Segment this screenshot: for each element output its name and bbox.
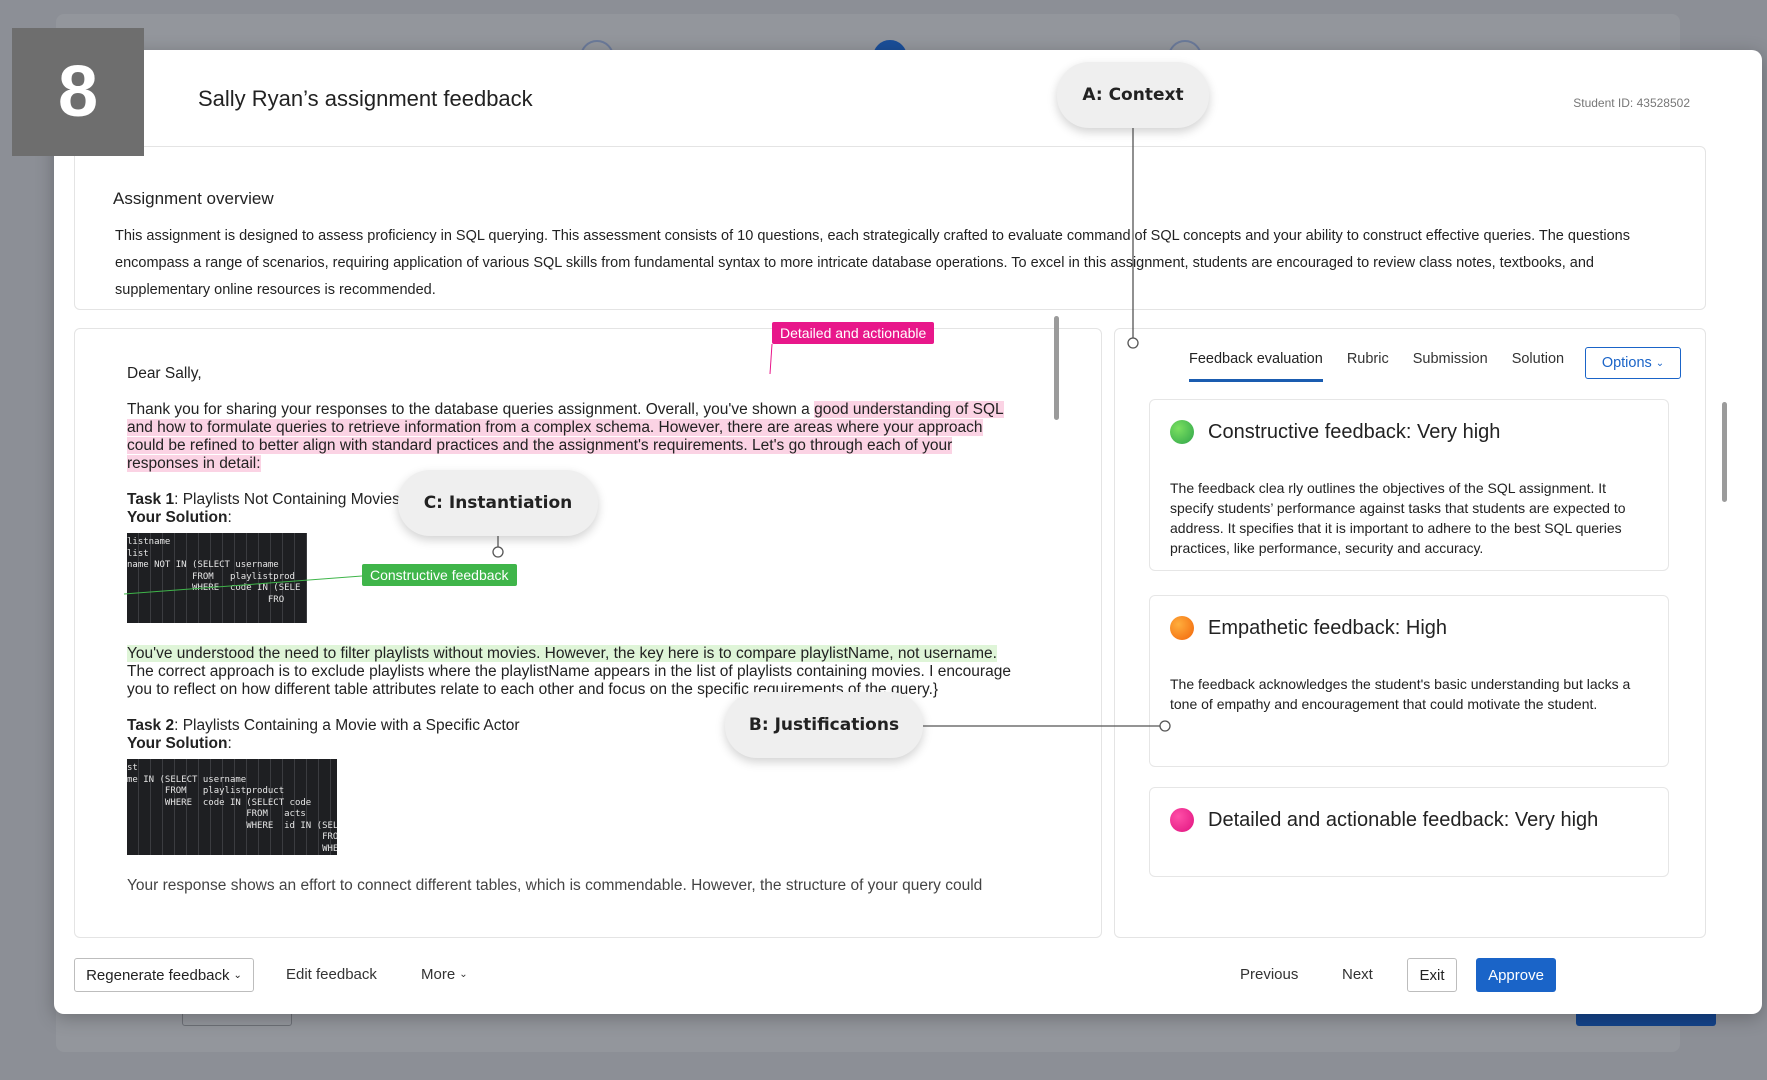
code-line: st — [127, 763, 138, 773]
feedback-letter-panel[interactable]: Dear Sally, Thank you for sharing your r… — [74, 328, 1102, 938]
task-2-feedback-cutoff: Your response shows an effort to connect… — [127, 877, 983, 894]
exit-button[interactable]: Exit — [1407, 958, 1457, 992]
evaluation-tabs: Feedback evaluation Rubric Submission So… — [1189, 349, 1588, 382]
tab-submission[interactable]: Submission — [1413, 349, 1488, 382]
code-line: name NOT IN (SELECT username — [127, 560, 279, 570]
tab-rubric[interactable]: Rubric — [1347, 349, 1389, 382]
card-header: Detailed and actionable feedback: Very h… — [1170, 808, 1598, 832]
code-line: FROM acts — [127, 809, 306, 819]
card-title: Constructive feedback: Very high — [1208, 420, 1501, 443]
chevron-down-icon: ⌄ — [233, 969, 242, 981]
constructive-highlight[interactable]: You've understood the need to filter pla… — [127, 645, 997, 662]
constructive-feedback-tag: Constructive feedback — [362, 564, 517, 586]
student-id: Student ID: 43528502 — [1573, 96, 1690, 110]
letter-greeting: Dear Sally, — [127, 365, 202, 382]
task-1-label: Task 1 — [127, 491, 175, 508]
evaluation-scrollbar[interactable] — [1722, 402, 1727, 502]
task-2-label: Task 2 — [127, 717, 175, 734]
status-dot-icon — [1170, 616, 1194, 640]
intro-text: Thank you for sharing your responses to … — [127, 401, 815, 418]
card-header: Empathetic feedback: High — [1170, 616, 1447, 640]
code-line: FROM playlistprod — [127, 571, 295, 582]
options-label: Options — [1601, 355, 1652, 371]
tab-solution[interactable]: Solution — [1512, 349, 1564, 382]
chevron-down-icon: ⌄ — [459, 969, 468, 980]
task-2-title: : Playlists Containing a Movie with a Sp… — [174, 717, 520, 734]
evaluation-card: Constructive feedback: Very high The fee… — [1149, 399, 1669, 571]
task-1-title: : Playlists Not Containing Movies — [174, 491, 400, 508]
card-header: Constructive feedback: Very high — [1170, 420, 1500, 444]
code-line: FROM playlistproduct — [127, 786, 285, 796]
evaluation-panel[interactable]: Feedback evaluation Rubric Submission So… — [1114, 328, 1706, 938]
task-2-code-screenshot: st me IN (SELECT username FROM playlistpr… — [127, 759, 337, 855]
chevron-down-icon: ⌄ — [1655, 357, 1665, 369]
code-line: WHERE id IN (SELECT id — [246, 820, 337, 831]
code-line: FROM castme — [322, 832, 337, 842]
tab-feedback-evaluation[interactable]: Feedback evaluation — [1189, 349, 1323, 382]
letter-intro: Thank you for sharing your responses to … — [127, 401, 1017, 473]
approve-button[interactable]: Approve — [1476, 958, 1556, 992]
code-line: WHERE code IN (SELECT code — [127, 797, 312, 808]
status-dot-icon — [1170, 808, 1194, 832]
more-menu-button[interactable]: More ⌄ — [421, 966, 468, 983]
code-line: listname — [127, 537, 171, 547]
overview-text: This assignment is designed to assess pr… — [115, 228, 1630, 298]
assignment-overview: Assignment overview This assignment is d… — [74, 146, 1706, 310]
code-line: FRO — [127, 594, 285, 605]
modal-title: Sally Ryan’s assignment feedback — [198, 86, 533, 111]
callout-justifications: B: Justifications — [725, 692, 923, 758]
next-button[interactable]: Next — [1342, 966, 1373, 983]
evaluation-card: Detailed and actionable feedback: Very h… — [1149, 787, 1669, 877]
code-line: WHERE code IN (SELE — [127, 583, 301, 593]
regenerate-feedback-button[interactable]: Regenerate feedback ⌄ — [74, 958, 254, 992]
status-dot-icon — [1170, 420, 1194, 444]
previous-button[interactable]: Previous — [1240, 966, 1298, 983]
code-line: list — [127, 548, 149, 559]
detailed-actionable-tag: Detailed and actionable — [772, 322, 935, 344]
options-dropdown[interactable]: Options ⌄ — [1585, 347, 1681, 379]
feedback-modal: Sally Ryan’s assignment feedback Student… — [54, 50, 1762, 1014]
card-body: The feedback acknowledges the student's … — [1170, 676, 1631, 712]
code-line: me IN (SELECT username — [127, 774, 247, 785]
step-number-badge: 8 — [12, 28, 144, 156]
callout-instantiation: C: Instantiation — [398, 470, 598, 536]
feedback-letter[interactable]: Dear Sally, Thank you for sharing your r… — [127, 365, 1017, 913]
edit-feedback-button[interactable]: Edit feedback — [286, 966, 377, 983]
letter-scrollbar[interactable] — [1054, 316, 1059, 420]
card-title: Detailed and actionable feedback: Very h… — [1208, 808, 1599, 831]
callout-context: A: Context — [1057, 62, 1209, 128]
card-body: The feedback clea rly outlines the objec… — [1170, 480, 1626, 556]
task-1-code-screenshot: listname list name NOT IN (SELECT username… — [127, 533, 307, 623]
code-line: WHERE lastna — [322, 843, 337, 854]
card-title: Empathetic feedback: High — [1208, 616, 1448, 639]
overview-title: Assignment overview — [113, 189, 274, 208]
task-1-feedback: You've understood the need to filter pla… — [127, 645, 1017, 699]
evaluation-card: Empathetic feedback: High The feedback a… — [1149, 595, 1669, 767]
